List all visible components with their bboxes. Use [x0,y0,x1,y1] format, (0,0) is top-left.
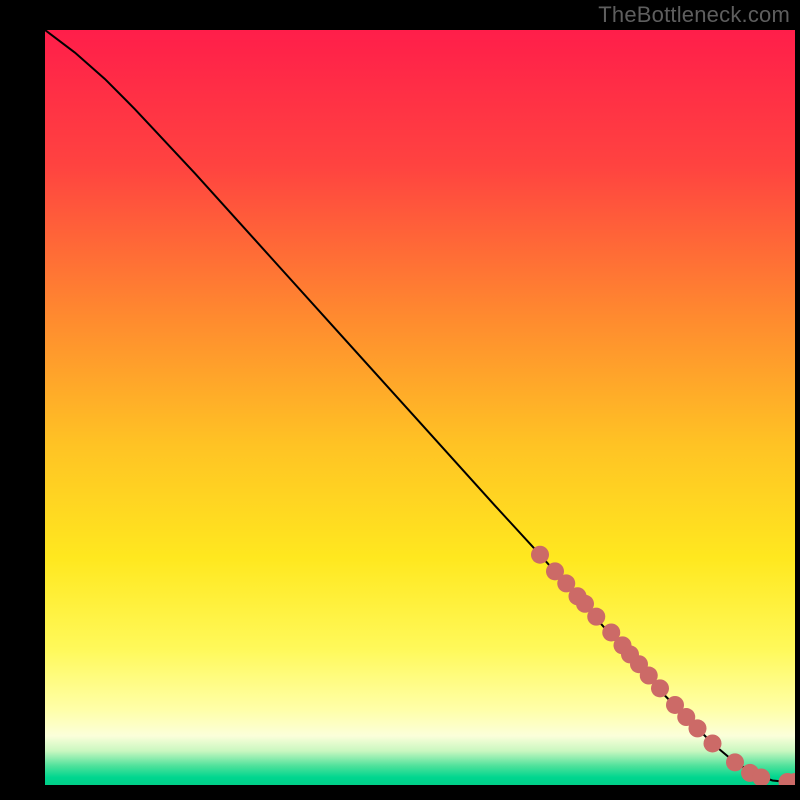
attribution-label: TheBottleneck.com [598,2,790,28]
chart-frame: TheBottleneck.com [0,0,800,800]
chart-svg [45,30,795,785]
plot-area [45,30,795,785]
gradient-background [45,30,795,785]
marker-point [531,546,549,564]
marker-point [587,608,605,626]
marker-point [651,679,669,697]
marker-point [726,753,744,771]
marker-point [704,734,722,752]
marker-point [689,719,707,737]
